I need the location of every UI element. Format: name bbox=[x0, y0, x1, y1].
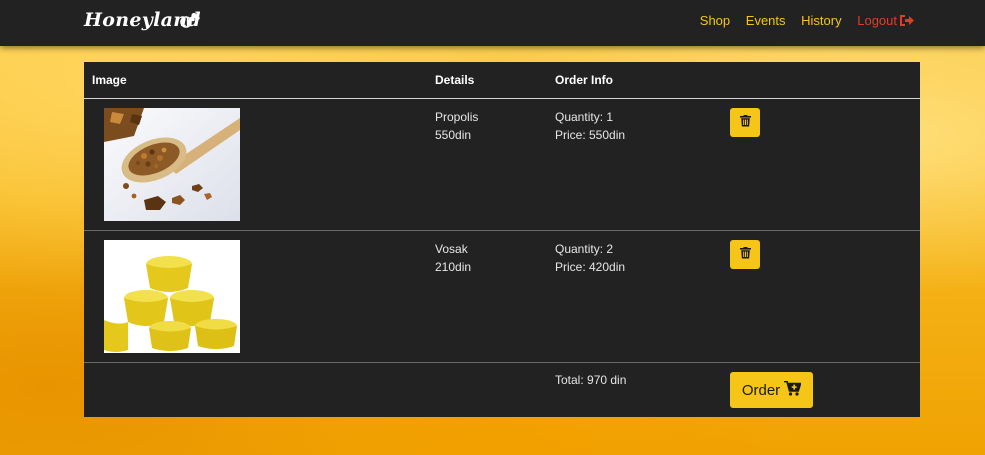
product-image-vosak bbox=[104, 240, 240, 353]
item-details: Propolis 550din bbox=[435, 108, 478, 144]
order-button[interactable]: Order bbox=[730, 372, 813, 408]
nav-links: Shop Events History Logout bbox=[688, 13, 914, 30]
logout-icon bbox=[899, 14, 914, 30]
nav-logout[interactable]: Logout bbox=[857, 13, 914, 28]
delete-item-button[interactable] bbox=[730, 108, 760, 137]
header-order-info: Order Info bbox=[555, 73, 614, 87]
header-details: Details bbox=[435, 73, 475, 87]
item-unit-price: 550din bbox=[435, 128, 472, 142]
cart-table: Image Details Order Info Propolis 550din… bbox=[84, 62, 920, 417]
item-details: Vosak 210din bbox=[435, 240, 471, 276]
cart-total: Total: 970 din bbox=[555, 373, 627, 387]
product-image-propolis bbox=[104, 108, 240, 221]
cart-plus-icon bbox=[784, 380, 802, 400]
item-price: Price: 550din bbox=[555, 128, 626, 142]
item-name: Vosak bbox=[435, 242, 468, 256]
delete-item-button[interactable] bbox=[730, 240, 760, 269]
navbar: Honeyland Shop Events History Logout bbox=[0, 0, 985, 46]
nav-logout-label: Logout bbox=[857, 13, 897, 28]
item-quantity: Quantity: 2 bbox=[555, 242, 614, 256]
nav-shop[interactable]: Shop bbox=[700, 13, 730, 28]
header-divider bbox=[84, 98, 920, 99]
order-button-label: Order bbox=[741, 381, 781, 399]
item-price: Price: 420din bbox=[555, 260, 626, 274]
item-unit-price: 210din bbox=[435, 260, 472, 274]
item-order-info: Quantity: 1 Price: 550din bbox=[555, 108, 625, 144]
nav-events[interactable]: Events bbox=[746, 13, 786, 28]
item-order-info: Quantity: 2 Price: 420din bbox=[555, 240, 625, 276]
row-divider bbox=[84, 362, 920, 363]
item-quantity: Quantity: 1 bbox=[555, 110, 614, 124]
row-divider bbox=[84, 230, 920, 231]
nav-history[interactable]: History bbox=[801, 13, 841, 28]
trash-icon bbox=[739, 114, 751, 132]
item-name: Propolis bbox=[435, 110, 479, 124]
trash-icon bbox=[739, 246, 751, 264]
header-image: Image bbox=[92, 73, 127, 87]
bee-icon bbox=[178, 11, 200, 34]
